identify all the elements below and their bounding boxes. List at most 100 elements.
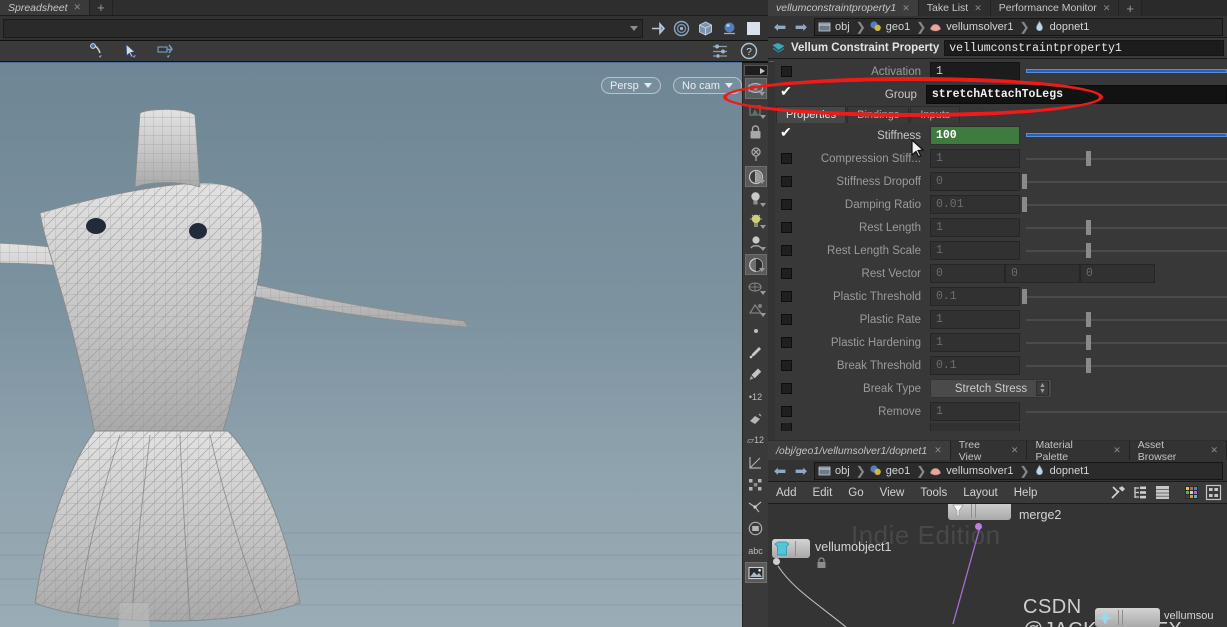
menu-view[interactable]: View — [872, 487, 913, 499]
rest-vector-x-input[interactable]: 0 — [930, 264, 1005, 283]
subtab-bindings[interactable]: Bindings — [847, 106, 910, 123]
subtab-properties[interactable]: Properties — [776, 106, 847, 123]
pin-icon[interactable] — [649, 20, 666, 37]
break-threshold-checkbox[interactable] — [781, 360, 792, 371]
close-icon[interactable]: ✕ — [902, 3, 910, 14]
stiffness-dropoff-input[interactable]: 0 — [930, 172, 1020, 191]
menu-go[interactable]: Go — [840, 487, 871, 499]
viewport-3d[interactable]: Persp No cam — [0, 63, 742, 627]
close-icon[interactable]: ✕ — [1210, 445, 1218, 456]
activation-input[interactable]: 1 — [930, 62, 1020, 81]
tab-dopnet-path[interactable]: /obj/geo1/vellumsolver1/dopnet1 ✕ — [768, 441, 951, 460]
rest-length-scale-slider[interactable] — [1022, 241, 1227, 260]
view-mode-chip[interactable]: Persp — [601, 77, 661, 94]
uv-shade-icon-button[interactable] — [745, 298, 767, 319]
damping-ratio-slider[interactable] — [1022, 195, 1227, 214]
eyedropper-icon-button[interactable] — [745, 364, 767, 385]
tab-take-list[interactable]: Take List ✕ — [918, 0, 991, 16]
grid-layout-icon[interactable] — [1205, 484, 1222, 501]
damping-ratio-checkbox[interactable] — [781, 199, 792, 210]
menu-help[interactable]: Help — [1006, 487, 1046, 499]
path-input[interactable] — [3, 18, 643, 38]
scroll-right-button[interactable] — [743, 65, 768, 76]
plastic-threshold-input[interactable]: 0.1 — [930, 287, 1020, 306]
pointer-tool-icon[interactable] — [122, 42, 140, 60]
chevron-down-icon[interactable] — [630, 25, 638, 31]
node-merge2[interactable] — [948, 504, 1011, 520]
disable-icon-button[interactable] — [745, 144, 767, 165]
square-icon[interactable] — [745, 20, 762, 37]
rest-length-checkbox[interactable] — [781, 222, 792, 233]
rest-length-scale-input[interactable]: 1 — [930, 241, 1020, 260]
view-display-icon-button[interactable] — [744, 78, 767, 99]
light-ambient-icon-button[interactable] — [745, 210, 767, 231]
shading-sphere-icon-button[interactable] — [744, 254, 767, 275]
wireframe-shade-icon-button[interactable] — [745, 276, 767, 297]
sphere-icon[interactable] — [721, 20, 738, 37]
rest-length-input[interactable]: 1 — [930, 218, 1020, 237]
break-type-checkbox[interactable] — [781, 383, 792, 394]
rest-vector-checkbox[interactable] — [781, 268, 792, 279]
tab-vellumconstraintproperty1[interactable]: vellumconstraintproperty1 ✕ — [768, 0, 919, 16]
lock-icon-button[interactable] — [745, 122, 767, 143]
menu-layout[interactable]: Layout — [955, 487, 1006, 499]
breadcrumb-item-dopnet1[interactable]: dopnet1 — [1033, 20, 1093, 33]
normals-icon-button[interactable] — [745, 496, 767, 517]
network-canvas[interactable]: Indie Edition CSDN @JACKLONGFX merge2 — [768, 504, 1227, 627]
tree-list-icon[interactable] — [1132, 484, 1149, 501]
rest-length-slider[interactable] — [1022, 218, 1227, 237]
add-tab-button[interactable]: + — [1119, 0, 1142, 16]
break-type-dropdown[interactable]: Stretch Stress ▲ ▼ — [930, 379, 1052, 398]
tab-spreadsheet[interactable]: Spreadsheet ✕ — [0, 0, 91, 15]
back-arrow-icon[interactable]: ⬅ — [772, 462, 788, 480]
menu-tools[interactable]: Tools — [912, 487, 955, 499]
close-icon[interactable]: ✕ — [1113, 445, 1121, 456]
close-icon[interactable]: ✕ — [74, 2, 82, 13]
node-vellumobject1[interactable] — [772, 539, 810, 558]
rest-vector-z-input[interactable]: 0 — [1080, 264, 1155, 283]
back-arrow-icon[interactable]: ⬅ — [772, 18, 788, 36]
stiffness-dropoff-slider[interactable] — [1022, 172, 1227, 191]
node-name-input[interactable]: vellumconstraintproperty1 — [944, 40, 1224, 56]
menu-edit[interactable]: Edit — [804, 487, 840, 499]
material-display-icon-button[interactable] — [744, 166, 767, 187]
damping-ratio-input[interactable]: 0.01 — [930, 195, 1020, 214]
angle-icon-button[interactable] — [745, 452, 767, 473]
node-output-merge2[interactable] — [975, 523, 982, 530]
tab-performance-monitor[interactable]: Performance Monitor ✕ — [990, 0, 1120, 16]
forward-arrow-icon[interactable]: ➡ — [793, 462, 809, 480]
point-icon-button[interactable] — [745, 320, 767, 341]
list-icon[interactable] — [1154, 484, 1171, 501]
plastic-hardening-slider[interactable] — [1022, 333, 1227, 352]
breadcrumb-item-geo1[interactable]: geo1 ❯ — [869, 20, 930, 34]
activation-checkbox[interactable] — [781, 66, 792, 77]
plastic-rate-slider[interactable] — [1022, 310, 1227, 329]
add-tab-button[interactable]: + — [90, 0, 113, 15]
breadcrumb-item-vellumsolver1[interactable]: vellumsolver1 ❯ — [929, 464, 1032, 478]
node-vellumsource[interactable] — [1095, 608, 1160, 627]
close-icon[interactable]: ✕ — [934, 445, 942, 456]
light-icon-button[interactable] — [745, 188, 767, 209]
background-image-icon-button[interactable] — [744, 562, 767, 583]
tab-tree-view[interactable]: Tree View ✕ — [950, 439, 1028, 463]
display-options-icon[interactable] — [711, 42, 729, 60]
spinner-icon[interactable]: ▲ ▼ — [1036, 381, 1049, 396]
color-palette-icon[interactable] — [1183, 484, 1200, 501]
remove-input[interactable]: 1 — [930, 402, 1020, 421]
breadcrumb-item-obj[interactable]: obj ❯ — [818, 464, 869, 478]
forward-arrow-icon[interactable]: ➡ — [793, 18, 809, 36]
stiffness-dropoff-checkbox[interactable] — [781, 176, 792, 187]
breadcrumb-item-dopnet1[interactable]: dopnet1 — [1033, 464, 1093, 477]
camera-chip[interactable]: No cam — [673, 77, 742, 94]
break-threshold-input[interactable]: 0.1 — [930, 356, 1020, 375]
plastic-rate-checkbox[interactable] — [781, 314, 792, 325]
compression-stiffness-checkbox[interactable] — [781, 153, 792, 164]
rest-vector-y-input[interactable]: 0 — [1005, 264, 1080, 283]
select-tool-icon[interactable] — [88, 42, 106, 60]
stiffness-slider[interactable] — [1022, 126, 1227, 145]
plastic-threshold-checkbox[interactable] — [781, 291, 792, 302]
light-spot-icon-button[interactable] — [745, 232, 767, 253]
group-checkbox[interactable] — [780, 84, 792, 100]
group-display-icon-button[interactable] — [745, 518, 767, 539]
plastic-hardening-checkbox[interactable] — [781, 337, 792, 348]
